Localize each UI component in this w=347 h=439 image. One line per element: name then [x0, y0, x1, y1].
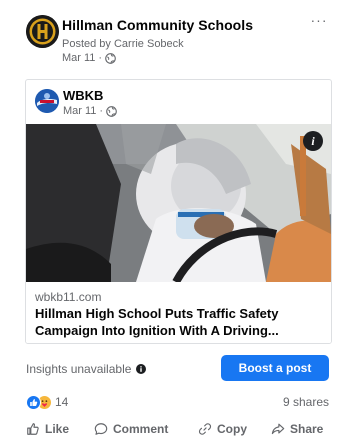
shared-post-meta: Mar 11 · — [63, 105, 117, 117]
post-action-bar: Like Comment Copy Share — [0, 418, 347, 439]
like-button[interactable]: Like — [26, 418, 69, 439]
reaction-count: 14 — [55, 395, 69, 409]
meta-separator: · — [98, 52, 103, 64]
more-options-button[interactable]: ··· — [309, 13, 329, 29]
post-date[interactable]: Mar 11 — [62, 52, 95, 64]
shared-post-date[interactable]: Mar 11 — [63, 105, 96, 117]
post-header: Hillman Community Schools Posted by Carr… — [0, 0, 347, 74]
shared-post-card[interactable]: WBKB Mar 11 · i wbkb11.com Hillman High … — [25, 79, 332, 344]
share-arrow-icon — [271, 422, 285, 436]
info-icon[interactable] — [136, 364, 147, 374]
shared-post-header: WBKB Mar 11 · — [26, 80, 331, 124]
globe-icon — [105, 52, 116, 64]
like-label: Like — [45, 421, 70, 436]
link-preview-meta[interactable]: wbkb11.com Hillman High School Puts Traf… — [26, 282, 331, 343]
share-button[interactable]: Share — [271, 418, 323, 439]
insights-label: Insights unavailable — [26, 362, 132, 376]
link-icon — [198, 422, 212, 436]
shares-count[interactable]: 9 shares — [283, 395, 329, 409]
meta-separator: · — [99, 105, 104, 117]
source-name-link[interactable]: WBKB — [63, 88, 103, 103]
page-avatar[interactable] — [26, 15, 59, 48]
link-preview-image[interactable]: i — [26, 124, 331, 282]
comment-button[interactable]: Comment — [94, 418, 168, 439]
thumbs-up-icon — [26, 422, 40, 436]
like-reaction-icon — [26, 394, 41, 410]
copy-label: Copy — [217, 421, 247, 436]
globe-icon — [106, 105, 117, 117]
info-icon[interactable]: i — [303, 131, 323, 151]
comment-label: Comment — [113, 421, 169, 436]
link-title[interactable]: Hillman High School Puts Traffic Safety … — [35, 305, 327, 339]
comment-bubble-icon — [94, 422, 108, 436]
copy-button[interactable]: Copy — [198, 418, 247, 439]
link-domain: wbkb11.com — [35, 290, 102, 304]
source-avatar[interactable] — [35, 89, 59, 113]
posted-by-label: Posted by Carrie Sobeck — [62, 38, 184, 50]
reactions-summary[interactable]: 14 — [26, 394, 69, 410]
page-name-link[interactable]: Hillman Community Schools — [62, 17, 253, 33]
insights-status: Insights unavailable — [26, 362, 147, 376]
boost-post-button[interactable]: Boost a post — [221, 355, 329, 381]
post-meta: Mar 11 · — [62, 52, 116, 64]
share-label: Share — [290, 421, 324, 436]
